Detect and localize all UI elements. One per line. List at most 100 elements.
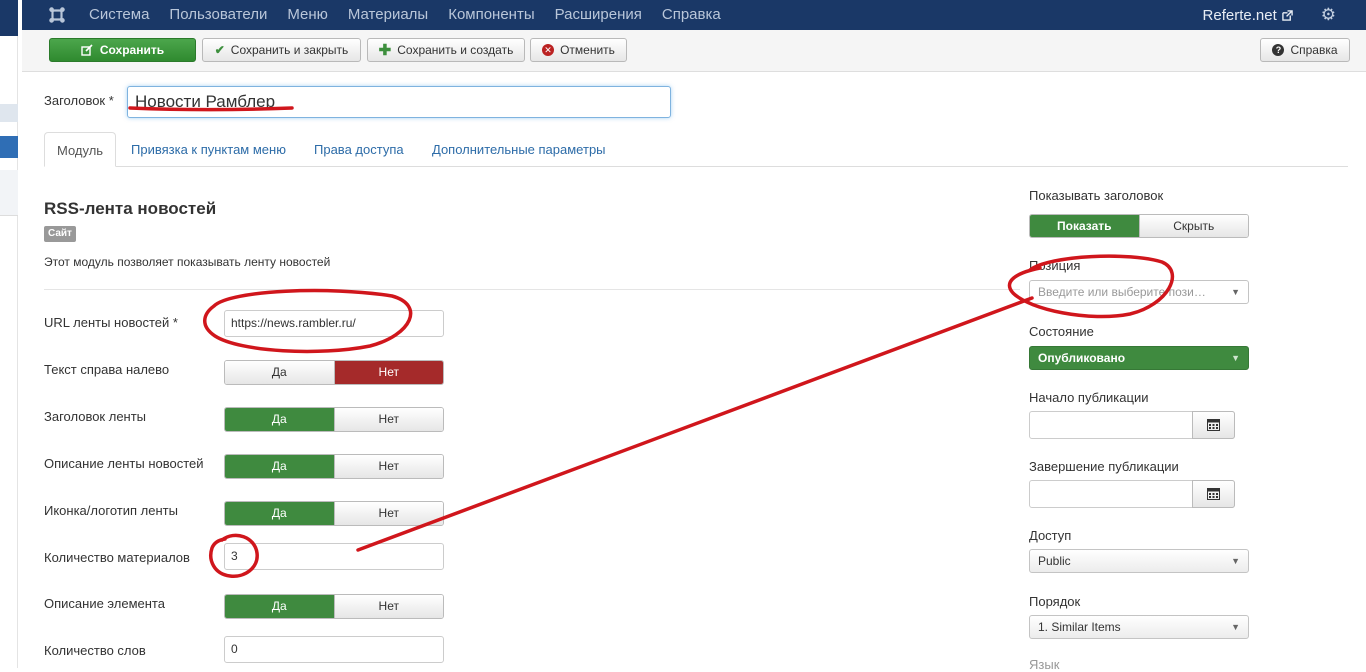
feed-desc-label: Описание ленты новостей — [44, 456, 204, 471]
item-desc-no[interactable]: Нет — [333, 595, 443, 618]
rtl-yes[interactable]: Да — [225, 361, 334, 384]
save-button-label: Сохранить — [99, 43, 165, 57]
background-header — [0, 0, 18, 36]
external-link-icon — [1281, 9, 1293, 21]
tab-menu-assignment[interactable]: Привязка к пунктам меню — [119, 132, 298, 167]
cancel-label: Отменить — [560, 43, 615, 57]
rtl-toggle: Да Нет — [224, 360, 444, 385]
toolbar: Сохранить ✔ Сохранить и закрыть ✚ Сохран… — [22, 30, 1366, 72]
word-count-input[interactable]: 0 — [224, 636, 444, 663]
navbar-right: Referte.net ⚙ — [1203, 0, 1336, 30]
show-title-hide[interactable]: Скрыть — [1138, 215, 1248, 237]
help-button[interactable]: ? Справка — [1260, 38, 1350, 62]
plus-icon: ✚ — [378, 42, 392, 59]
feed-title-toggle: Да Нет — [224, 407, 444, 432]
access-label: Доступ — [1029, 528, 1072, 543]
background-active-item — [0, 136, 18, 158]
show-title-label: Показывать заголовок — [1029, 188, 1164, 203]
items-count-label: Количество материалов — [44, 550, 190, 565]
caret-down-icon: ▼ — [1231, 287, 1240, 297]
calendar-icon — [1207, 488, 1220, 500]
feed-image-toggle: Да Нет — [224, 501, 444, 526]
cancel-button[interactable]: ✕ Отменить — [530, 38, 627, 62]
arrow-line-annotation — [356, 296, 1034, 552]
feed-url-input[interactable]: https://news.rambler.ru/ — [224, 310, 444, 337]
ordering-select[interactable]: 1. Similar Items ▼ — [1029, 615, 1249, 639]
items-count-input[interactable]: 3 — [224, 543, 444, 570]
site-badge: Сайт — [44, 226, 76, 242]
site-link[interactable]: Referte.net — [1203, 7, 1277, 24]
rtl-no[interactable]: Нет — [333, 361, 443, 384]
feed-image-no[interactable]: Нет — [333, 502, 443, 525]
tab-advanced[interactable]: Дополнительные параметры — [420, 132, 618, 167]
item-desc-toggle: Да Нет — [224, 594, 444, 619]
ordering-label: Порядок — [1029, 594, 1081, 609]
title-label: Заголовок * — [44, 93, 114, 108]
position-label: Позиция — [1029, 258, 1081, 273]
gear-icon[interactable]: ⚙ — [1321, 0, 1336, 30]
caret-down-icon: ▼ — [1231, 353, 1240, 363]
item-desc-label: Описание элемента — [44, 596, 165, 611]
position-select[interactable]: Введите или выберите пози… ▼ — [1029, 280, 1249, 304]
question-icon: ? — [1272, 44, 1285, 56]
feed-desc-yes[interactable]: Да — [225, 455, 334, 478]
background-window-edge — [0, 0, 18, 668]
main-menu: Система Пользователи Меню Материалы Комп… — [89, 0, 741, 30]
ordering-value: 1. Similar Items — [1038, 620, 1121, 634]
save-close-button[interactable]: ✔ Сохранить и закрыть — [202, 38, 361, 62]
menu-extensions[interactable]: Расширения — [555, 0, 642, 30]
save-button[interactable]: Сохранить — [49, 38, 196, 62]
top-navbar: Система Пользователи Меню Материалы Комп… — [22, 0, 1366, 30]
status-value: Опубликовано — [1038, 351, 1126, 365]
access-value: Public — [1038, 554, 1071, 568]
module-description: Этот модуль позволяет показывать ленту н… — [44, 255, 331, 269]
menu-components[interactable]: Компоненты — [448, 0, 534, 30]
check-icon: ✔ — [214, 43, 225, 57]
cancel-circle-icon: ✕ — [542, 44, 555, 56]
menu-help[interactable]: Справка — [662, 0, 721, 30]
background-item — [0, 104, 18, 122]
publish-up-input[interactable] — [1029, 411, 1235, 439]
menu-content[interactable]: Материалы — [348, 0, 428, 30]
language-label: Язык — [1029, 657, 1060, 672]
feed-title-yes[interactable]: Да — [225, 408, 334, 431]
save-new-label: Сохранить и создать — [397, 43, 514, 57]
edit-icon — [81, 44, 93, 56]
caret-down-icon: ▼ — [1231, 556, 1240, 566]
save-new-button[interactable]: ✚ Сохранить и создать — [367, 38, 525, 62]
status-select[interactable]: Опубликовано ▼ — [1029, 346, 1249, 370]
menu-menus[interactable]: Меню — [287, 0, 328, 30]
feed-desc-no[interactable]: Нет — [333, 455, 443, 478]
feed-url-label: URL ленты новостей * — [44, 315, 178, 330]
tab-module[interactable]: Модуль — [44, 132, 117, 167]
publish-up-label: Начало публикации — [1029, 390, 1149, 405]
title-input[interactable] — [127, 86, 671, 118]
publish-down-input[interactable] — [1029, 480, 1235, 508]
calendar-button[interactable] — [1192, 411, 1235, 439]
background-panel — [0, 170, 18, 216]
joomla-logo-icon[interactable] — [48, 6, 66, 24]
feed-title-no[interactable]: Нет — [333, 408, 443, 431]
access-select[interactable]: Public ▼ — [1029, 549, 1249, 573]
show-title-toggle: Показать Скрыть — [1029, 214, 1249, 238]
show-title-show[interactable]: Показать — [1030, 215, 1139, 237]
feed-image-label: Иконка/логотип ленты — [44, 503, 178, 518]
feed-image-yes[interactable]: Да — [225, 502, 334, 525]
caret-down-icon: ▼ — [1231, 622, 1240, 632]
help-label: Справка — [1290, 43, 1338, 57]
calendar-button[interactable] — [1192, 480, 1235, 508]
menu-system[interactable]: Система — [89, 0, 149, 30]
menu-users[interactable]: Пользователи — [169, 0, 267, 30]
publish-down-label: Завершение публикации — [1029, 459, 1179, 474]
tab-bar: Модуль Привязка к пунктам меню Права дос… — [44, 132, 1348, 167]
feed-desc-toggle: Да Нет — [224, 454, 444, 479]
word-count-label: Количество слов — [44, 643, 146, 658]
position-placeholder: Введите или выберите пози… — [1038, 285, 1206, 299]
rtl-label: Текст справа налево — [44, 362, 170, 377]
tab-permissions[interactable]: Права доступа — [302, 132, 416, 167]
divider — [44, 289, 1020, 290]
module-type-title: RSS-лента новостей — [44, 199, 217, 218]
item-desc-yes[interactable]: Да — [225, 595, 334, 618]
status-label: Состояние — [1029, 324, 1094, 339]
save-close-label: Сохранить и закрыть — [230, 43, 349, 57]
